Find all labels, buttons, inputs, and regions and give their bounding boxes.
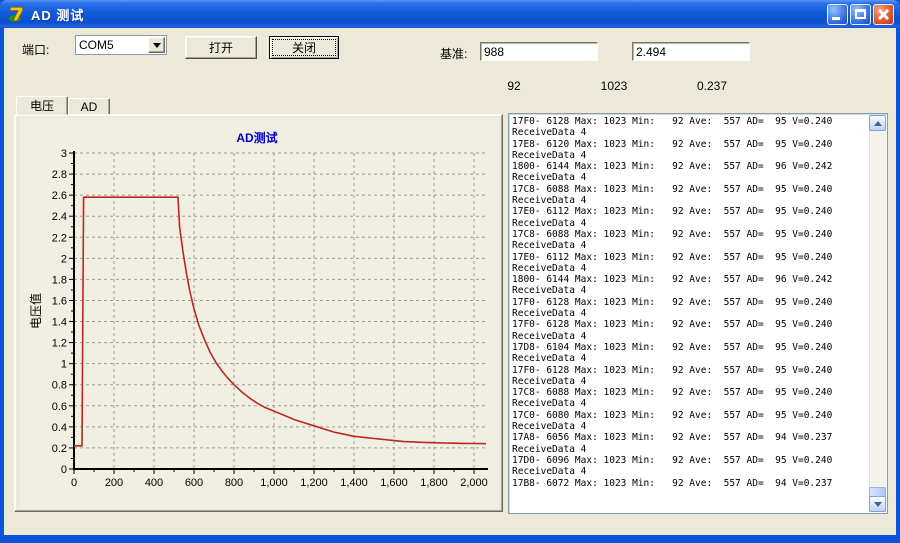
svg-text:2,000: 2,000 [460, 477, 488, 489]
svg-text:1.6: 1.6 [52, 295, 67, 307]
log-line: ReceiveData 4 [512, 353, 870, 364]
svg-text:1.8: 1.8 [52, 274, 67, 286]
svg-text:1.2: 1.2 [52, 338, 67, 350]
open-button[interactable]: 打开 [185, 36, 257, 59]
stat-max-value: 1023 [584, 79, 644, 93]
log-line: 17F0- 6128 Max: 1023 Min: 92 Ave: 557 AD… [512, 116, 870, 127]
minimize-button[interactable] [827, 4, 848, 25]
stat-volt-value: 0.237 [682, 79, 742, 93]
svg-text:1,200: 1,200 [300, 477, 328, 489]
tab-voltage[interactable]: 电压 [16, 96, 68, 115]
svg-text:2.2: 2.2 [52, 232, 67, 244]
svg-text:2.6: 2.6 [52, 190, 67, 202]
scroll-up-button[interactable] [869, 115, 886, 131]
svg-text:0.4: 0.4 [52, 422, 67, 434]
log-line: ReceiveData 4 [512, 308, 870, 319]
log-line: ReceiveData 4 [512, 195, 870, 206]
svg-text:1,000: 1,000 [260, 477, 288, 489]
svg-text:1,400: 1,400 [340, 477, 368, 489]
log-line: ReceiveData 4 [512, 218, 870, 229]
svg-text:0: 0 [71, 477, 77, 489]
svg-text:0.8: 0.8 [52, 380, 67, 392]
log-line: ReceiveData 4 [512, 263, 870, 274]
window-title: AD 测试 [31, 5, 84, 24]
log-line: 17E0- 6112 Max: 1023 Min: 92 Ave: 557 AD… [512, 252, 870, 263]
log-line: 17F0- 6128 Max: 1023 Min: 92 Ave: 557 AD… [512, 365, 870, 376]
svg-text:1.4: 1.4 [52, 317, 67, 329]
log-line: ReceiveData 4 [512, 444, 870, 455]
log-line: ReceiveData 4 [512, 240, 870, 251]
log-listbox[interactable]: 17F0- 6128 Max: 1023 Min: 92 Ave: 557 AD… [508, 113, 888, 514]
log-line: ReceiveData 4 [512, 127, 870, 138]
log-line: ReceiveData 4 [512, 331, 870, 342]
log-line: 17F0- 6128 Max: 1023 Min: 92 Ave: 557 AD… [512, 319, 870, 330]
chevron-down-icon [153, 43, 161, 48]
app-icon [8, 5, 26, 23]
voltage-chart: 0 200 400 600 800 1,000 1,200 1,400 1,600 1,800 2,… [20, 118, 499, 509]
log-line: 17F0- 6128 Max: 1023 Min: 92 Ave: 557 AD… [512, 297, 870, 308]
svg-text:2.8: 2.8 [52, 169, 67, 181]
log-line: 17D8- 6104 Max: 1023 Min: 92 Ave: 557 AD… [512, 342, 870, 353]
log-line: 1800- 6144 Max: 1023 Min: 92 Ave: 557 AD… [512, 161, 870, 172]
tab-ad[interactable]: AD [68, 98, 110, 115]
scroll-up-icon [874, 121, 882, 126]
log-line: 1800- 6144 Max: 1023 Min: 92 Ave: 557 AD… [512, 274, 870, 285]
log-line: 17D0- 6096 Max: 1023 Min: 92 Ave: 557 AD… [512, 455, 870, 466]
scroll-down-icon [874, 502, 882, 507]
window-controls [825, 4, 894, 25]
minimize-icon [832, 17, 840, 20]
scroll-down-button[interactable] [869, 496, 886, 512]
log-line: 17E8- 6120 Max: 1023 Min: 92 Ave: 557 AD… [512, 139, 870, 150]
svg-text:1,800: 1,800 [420, 477, 448, 489]
reference-label: 基准: [440, 45, 467, 62]
log-line: 17C8- 6088 Max: 1023 Min: 92 Ave: 557 AD… [512, 387, 870, 398]
log-line: ReceiveData 4 [512, 172, 870, 183]
port-combobox[interactable]: COM5 [75, 35, 167, 55]
log-line: ReceiveData 4 [512, 466, 870, 477]
log-line: 17C8- 6088 Max: 1023 Min: 92 Ave: 557 AD… [512, 229, 870, 240]
svg-text:3: 3 [61, 148, 67, 160]
maximize-icon [855, 9, 866, 19]
svg-text:800: 800 [225, 477, 243, 489]
log-line: 17C8- 6088 Max: 1023 Min: 92 Ave: 557 AD… [512, 184, 870, 195]
log-line: 17A8- 6056 Max: 1023 Min: 92 Ave: 557 AD… [512, 432, 870, 443]
svg-text:1,600: 1,600 [380, 477, 408, 489]
log-line: 17B8- 6072 Max: 1023 Min: 92 Ave: 557 AD… [512, 478, 870, 489]
app-window: AD 测试 端口: COM5 打开 关闭 基准: 92 1023 0.237 电… [0, 0, 900, 543]
svg-text:600: 600 [185, 477, 203, 489]
svg-text:0: 0 [61, 464, 67, 476]
log-line: ReceiveData 4 [512, 150, 870, 161]
client-area: 端口: COM5 打开 关闭 基准: 92 1023 0.237 电压 AD 0… [4, 28, 896, 535]
port-label: 端口: [22, 41, 49, 58]
stat-min-value: 92 [484, 79, 544, 93]
log-scrollbar[interactable] [869, 115, 886, 512]
svg-text:AD测试: AD测试 [236, 130, 277, 145]
log-line: 17C0- 6080 Max: 1023 Min: 92 Ave: 557 AD… [512, 410, 870, 421]
svg-text:400: 400 [145, 477, 163, 489]
log-line: ReceiveData 4 [512, 376, 870, 387]
log-lines: 17F0- 6128 Max: 1023 Min: 92 Ave: 557 AD… [509, 114, 870, 513]
close-window-button[interactable] [873, 4, 894, 25]
svg-text:1: 1 [61, 359, 67, 371]
svg-text:200: 200 [105, 477, 123, 489]
voltage-tab-page: 0 200 400 600 800 1,000 1,200 1,400 1,600 1,800 2,… [14, 114, 503, 512]
port-combobox-dropdown-button[interactable] [148, 37, 165, 53]
title-bar[interactable]: AD 测试 [0, 0, 900, 28]
log-line: ReceiveData 4 [512, 285, 870, 296]
close-button[interactable]: 关闭 [269, 36, 339, 59]
log-line: ReceiveData 4 [512, 421, 870, 432]
log-line: ReceiveData 4 [512, 398, 870, 409]
svg-text:0.6: 0.6 [52, 401, 67, 413]
maximize-button[interactable] [850, 4, 871, 25]
svg-text:2.4: 2.4 [52, 211, 67, 223]
svg-text:电压值: 电压值 [28, 293, 43, 329]
log-line: 17E0- 6112 Max: 1023 Min: 92 Ave: 557 AD… [512, 206, 870, 217]
chart-canvas: 0 200 400 600 800 1,000 1,200 1,400 1,600 1,800 2,… [20, 118, 499, 509]
port-combobox-value: COM5 [76, 38, 148, 52]
reference-voltage-field[interactable] [632, 42, 750, 61]
svg-text:0.2: 0.2 [52, 443, 67, 455]
svg-text:2: 2 [61, 253, 67, 265]
reference-raw-field[interactable] [480, 42, 598, 61]
